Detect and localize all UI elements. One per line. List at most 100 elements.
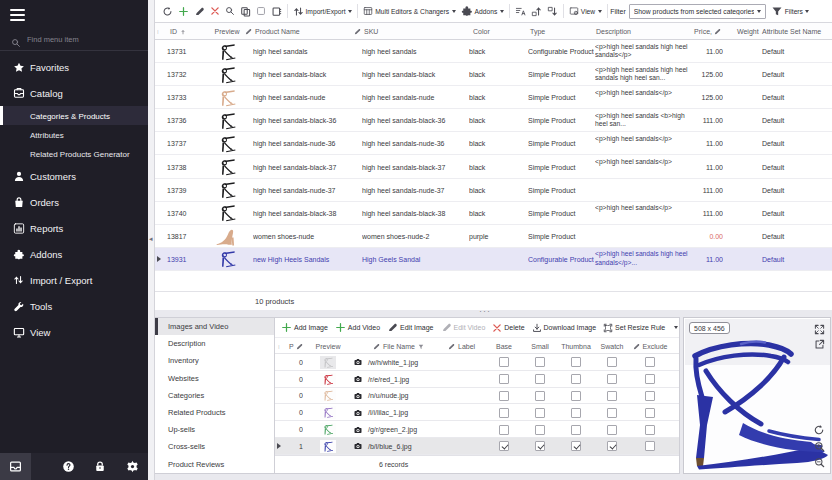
column-header-base[interactable]: Base [489, 339, 519, 354]
add-image-button[interactable]: Add Image [281, 322, 328, 333]
collapse-sidebar-icon[interactable]: ◂ [149, 232, 154, 246]
column-header-weight[interactable]: Weight [737, 23, 765, 40]
product-row-13732[interactable]: 13732high heel sandals-blackhigh heel sa… [155, 63, 832, 86]
base-checkbox[interactable] [499, 408, 509, 418]
add-video-button[interactable]: Add Video [335, 322, 380, 333]
image-row-nude.jpg[interactable]: 0/n/u/nude.jpg [275, 388, 679, 405]
expand-button[interactable] [814, 324, 825, 335]
swatch-checkbox[interactable] [607, 357, 617, 367]
move-down-button[interactable] [547, 6, 558, 17]
sidebar-item-tools[interactable]: Tools [0, 293, 148, 319]
swatch-checkbox[interactable] [607, 408, 617, 418]
column-header-product-name[interactable]: Product Name [245, 23, 352, 40]
sidebar-item-attributes[interactable]: Attributes [0, 125, 148, 144]
tab-categories[interactable]: Categories [155, 387, 274, 404]
tab-description[interactable]: Description [155, 335, 274, 352]
addons-button[interactable]: Addons [461, 5, 504, 17]
delete-button[interactable]: Delete [492, 323, 524, 333]
image-row-green_2.jpg[interactable]: 0/g/r/green_2.jpg [275, 421, 679, 438]
search-button[interactable] [225, 6, 235, 16]
column-header-file-name[interactable]: File Name [373, 339, 448, 354]
add-button[interactable] [178, 6, 189, 17]
product-row-13931[interactable]: 13931new High Heels SandalsHigh Geels Sa… [155, 248, 832, 271]
multi-editors-changers-button[interactable]: Multi Editors & Changers [363, 6, 455, 16]
column-header-type[interactable]: Type [530, 23, 596, 40]
tab-related-products[interactable]: Related Products [155, 404, 274, 421]
sidebar-item-related-products-generator[interactable]: Related Products Generator [0, 144, 148, 163]
image-row-white_1.jpg[interactable]: 0/w/h/white_1.jpg [275, 354, 679, 371]
product-row-13737[interactable]: 13737high heel sandals-nude-36high heel … [155, 132, 832, 155]
sort-az-button[interactable] [515, 6, 526, 17]
rotate-button[interactable] [813, 424, 825, 436]
image-row-blue_6.jpg[interactable]: 1/b/l/blue_6.jpg [275, 438, 679, 455]
sidebar-item-addons[interactable]: Addons [0, 241, 148, 267]
set-resize-rule-button[interactable]: Set Resize Rule [603, 323, 678, 333]
swatch-checkbox[interactable] [607, 441, 617, 451]
product-row-13739[interactable]: 13739high heel sandals-nude-37high heel … [155, 179, 832, 202]
sidebar-bottom-gear-button[interactable] [117, 453, 148, 480]
product-row-13736[interactable]: 13736high heel sandals-black-36high heel… [155, 109, 832, 132]
swatch-checkbox[interactable] [607, 391, 617, 401]
checkbox-button[interactable] [256, 6, 266, 16]
sidebar-bottom-store-button[interactable] [0, 453, 31, 480]
horizontal-splitter[interactable] [155, 310, 832, 317]
sidebar-item-favorites[interactable]: Favorites [0, 54, 148, 80]
column-header-thumbnail[interactable]: Thumbna [558, 339, 594, 354]
copy-button[interactable] [240, 6, 251, 17]
column-header-description[interactable]: Description [596, 23, 693, 40]
exclude-checkbox[interactable] [645, 357, 655, 367]
sidebar-item-catalog[interactable]: Catalog [0, 80, 148, 106]
hamburger-menu-icon[interactable] [10, 9, 25, 21]
column-header-color[interactable]: Color [473, 23, 531, 40]
zoom-out-button[interactable] [814, 457, 825, 468]
exclude-checkbox[interactable] [645, 425, 655, 435]
tab-up-sells[interactable]: Up-sells [155, 421, 274, 438]
thumbnail-checkbox[interactable] [571, 441, 581, 451]
thumbnail-checkbox[interactable] [571, 425, 581, 435]
tab-inventory[interactable]: Inventory [155, 352, 274, 369]
image-row-red_1.jpg[interactable]: 0/r/e/red_1.jpg [275, 371, 679, 388]
sidebar-item-orders[interactable]: Orders [0, 189, 148, 215]
column-header-attribute-set-name[interactable]: Attribute Set Name [762, 23, 830, 40]
filters-button[interactable]: Filters [771, 6, 810, 17]
exclude-checkbox[interactable] [645, 374, 655, 384]
tab-websites[interactable]: Websites [155, 370, 274, 387]
sidebar-item-import-export[interactable]: Import / Export [0, 267, 148, 293]
product-row-13740[interactable]: 13740high heel sandals-black-38high heel… [155, 202, 832, 225]
sidebar-item-categories-products[interactable]: Categories & Products [0, 106, 148, 125]
sidebar-item-customers[interactable]: Customers [0, 163, 148, 189]
move-up-button[interactable] [531, 6, 542, 17]
zoom-in-button[interactable] [814, 441, 825, 452]
swatch-checkbox[interactable] [607, 425, 617, 435]
image-row-lilac_1.jpg[interactable]: 0/l/i/lilac_1.jpg [275, 404, 679, 421]
exclude-checkbox[interactable] [645, 441, 655, 451]
vertical-splitter[interactable]: ◂ [148, 0, 155, 480]
edit-image-button[interactable]: Edit Image [387, 322, 433, 333]
tab-images-and-video[interactable]: Images and Video [155, 318, 274, 335]
small-checkbox[interactable] [535, 408, 545, 418]
column-header-exclude[interactable]: Exclude [628, 339, 672, 354]
import-export-button[interactable]: Import/Export [293, 6, 353, 17]
base-checkbox[interactable] [499, 441, 509, 451]
product-row-13738[interactable]: 13738high heel sandals-black-37high heel… [155, 156, 832, 179]
base-checkbox[interactable] [499, 374, 509, 384]
small-checkbox[interactable] [535, 391, 545, 401]
column-header-position[interactable]: P [289, 339, 305, 354]
tab-product-reviews[interactable]: Product Reviews [155, 456, 274, 473]
column-header-sku[interactable]: SKU [354, 23, 458, 40]
thumbnail-checkbox[interactable] [571, 408, 581, 418]
tab-cross-sells[interactable]: Cross-sells [155, 438, 274, 455]
menu-search-input[interactable] [27, 30, 139, 48]
edit-button[interactable] [194, 6, 205, 17]
product-row-13733[interactable]: 13733high heel sandals-nudehigh heel san… [155, 86, 832, 109]
sidebar-item-view[interactable]: View [0, 319, 148, 345]
small-checkbox[interactable] [535, 357, 545, 367]
thumbnail-checkbox[interactable] [571, 374, 581, 384]
sidebar-bottom-lock-button[interactable] [85, 453, 116, 480]
view-button[interactable]: View [569, 6, 602, 16]
base-checkbox[interactable] [499, 425, 509, 435]
column-header-preview[interactable]: Preview [305, 339, 351, 354]
sidebar-bottom-help-button[interactable] [53, 453, 84, 480]
thumbnail-checkbox[interactable] [571, 357, 581, 367]
column-header-small[interactable]: Small [525, 339, 555, 354]
